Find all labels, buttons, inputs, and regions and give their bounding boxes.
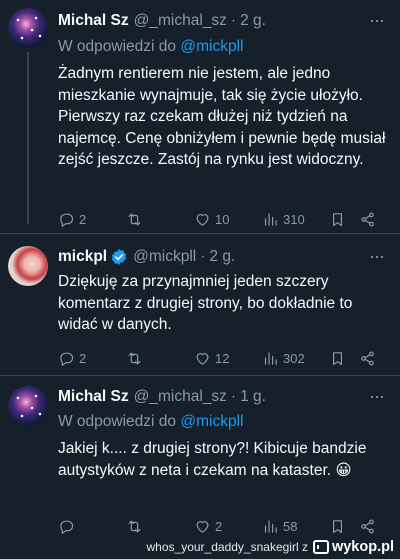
view-count: 302 bbox=[283, 350, 305, 366]
more-options-icon[interactable]: ··· bbox=[369, 386, 385, 407]
heart-icon bbox=[196, 213, 209, 226]
tweet-3[interactable]: Michal Sz @_michal_sz · 1 g. ··· W odpow… bbox=[0, 376, 400, 538]
separator: · bbox=[230, 388, 237, 405]
watermark-user: whos_your_daddy_snakegirl z bbox=[146, 540, 308, 554]
tweet-header: Michal Sz @_michal_sz · 2 g. bbox=[58, 12, 266, 30]
avatar[interactable] bbox=[8, 8, 48, 48]
user-handle[interactable]: @_michal_sz bbox=[134, 388, 227, 406]
action-bar: 2 10 310 bbox=[58, 209, 388, 229]
reply-prefix: W odpowiedzi do bbox=[58, 38, 177, 55]
watermark-site: wykop.pl bbox=[331, 539, 394, 555]
timestamp[interactable]: 2 g. bbox=[209, 248, 235, 266]
tweet-header: Michal Sz @_michal_sz · 1 g. bbox=[58, 388, 266, 406]
analytics-icon bbox=[264, 212, 277, 226]
tweet-header: mickpl @mickpll · 2 g. bbox=[58, 248, 235, 266]
like-button[interactable]: 10 bbox=[194, 209, 229, 229]
avatar[interactable] bbox=[8, 246, 48, 286]
view-count: 310 bbox=[283, 211, 305, 227]
reply-context: W odpowiedzi do @mickpll bbox=[58, 413, 243, 431]
views-button[interactable]: 310 bbox=[262, 209, 305, 229]
share-button[interactable] bbox=[359, 348, 376, 368]
separator: · bbox=[230, 12, 237, 29]
analytics-icon bbox=[264, 351, 277, 365]
views-button[interactable]: 58 bbox=[262, 516, 297, 536]
more-options-icon[interactable]: ··· bbox=[369, 10, 385, 31]
display-name[interactable]: Michal Sz bbox=[58, 388, 129, 406]
reply-mention-link[interactable]: @mickpll bbox=[180, 38, 243, 55]
bookmark-icon bbox=[333, 519, 342, 533]
share-icon bbox=[361, 519, 374, 533]
user-handle[interactable]: @_michal_sz bbox=[134, 12, 227, 30]
share-icon bbox=[361, 212, 374, 226]
tweet-1[interactable]: Michal Sz @_michal_sz · 2 g. ··· W odpow… bbox=[0, 0, 400, 227]
heart-icon bbox=[196, 352, 209, 365]
action-bar: 2 12 302 bbox=[58, 348, 388, 368]
reply-icon bbox=[60, 520, 74, 534]
repost-icon bbox=[128, 213, 141, 225]
tweet-2[interactable]: mickpl @mickpll · 2 g. ··· Dziękuję za p… bbox=[0, 234, 400, 366]
repost-button[interactable] bbox=[126, 348, 147, 368]
repost-icon bbox=[128, 520, 141, 532]
analytics-icon bbox=[264, 519, 277, 533]
reply-prefix: W odpowiedzi do bbox=[58, 413, 177, 430]
avatar[interactable] bbox=[8, 386, 48, 426]
reply-icon bbox=[60, 213, 74, 227]
like-count: 12 bbox=[215, 350, 230, 366]
reply-icon bbox=[60, 352, 74, 366]
display-name[interactable]: mickpl bbox=[58, 248, 107, 266]
timestamp[interactable]: 2 g. bbox=[240, 12, 266, 30]
wykop-watermark: whos_your_daddy_snakegirl z wykop.pl bbox=[147, 537, 394, 557]
user-handle[interactable]: @mickpll bbox=[133, 248, 196, 266]
share-button[interactable] bbox=[359, 209, 376, 229]
wykop-logo: wykop.pl bbox=[312, 539, 394, 555]
timestamp[interactable]: 1 g. bbox=[240, 388, 266, 406]
separator: · bbox=[200, 248, 206, 265]
bookmark-icon bbox=[333, 351, 342, 365]
bookmark-icon bbox=[333, 212, 342, 226]
wykop-logo-icon bbox=[312, 540, 329, 554]
bookmark-button[interactable] bbox=[329, 348, 346, 368]
reply-count: 2 bbox=[79, 211, 87, 227]
like-count: 2 bbox=[215, 518, 223, 534]
share-button[interactable] bbox=[359, 516, 376, 536]
display-name[interactable]: Michal Sz bbox=[58, 12, 129, 30]
bookmark-button[interactable] bbox=[329, 516, 346, 536]
view-count: 58 bbox=[283, 518, 298, 534]
reply-mention-link[interactable]: @mickpll bbox=[180, 413, 243, 430]
repost-button[interactable] bbox=[126, 516, 147, 536]
repost-icon bbox=[128, 352, 141, 364]
reply-context: W odpowiedzi do @mickpll bbox=[58, 38, 243, 56]
reply-button[interactable]: 2 bbox=[58, 209, 86, 229]
bookmark-button[interactable] bbox=[329, 209, 346, 229]
tweet-text: Jakiej k.... z drugiej strony?! Kibicuje… bbox=[58, 440, 367, 479]
reply-button[interactable]: 2 bbox=[58, 348, 86, 368]
verified-badge-icon bbox=[111, 249, 127, 265]
tweet-text: Żadnym rentierem nie jestem, ale jedno m… bbox=[58, 65, 386, 168]
like-count: 10 bbox=[215, 211, 230, 227]
heart-icon bbox=[196, 520, 209, 533]
reply-button[interactable] bbox=[58, 516, 79, 536]
views-button[interactable]: 302 bbox=[262, 348, 305, 368]
thread-line bbox=[27, 52, 29, 224]
share-icon bbox=[361, 351, 374, 365]
tweet-text: Dziękuję za przynajmniej jeden szczery k… bbox=[58, 273, 353, 333]
like-button[interactable]: 12 bbox=[194, 348, 229, 368]
more-options-icon[interactable]: ··· bbox=[369, 246, 385, 267]
repost-button[interactable] bbox=[126, 209, 147, 229]
reply-count: 2 bbox=[79, 350, 87, 366]
like-button[interactable]: 2 bbox=[194, 516, 222, 536]
action-bar: 2 58 bbox=[58, 516, 388, 536]
